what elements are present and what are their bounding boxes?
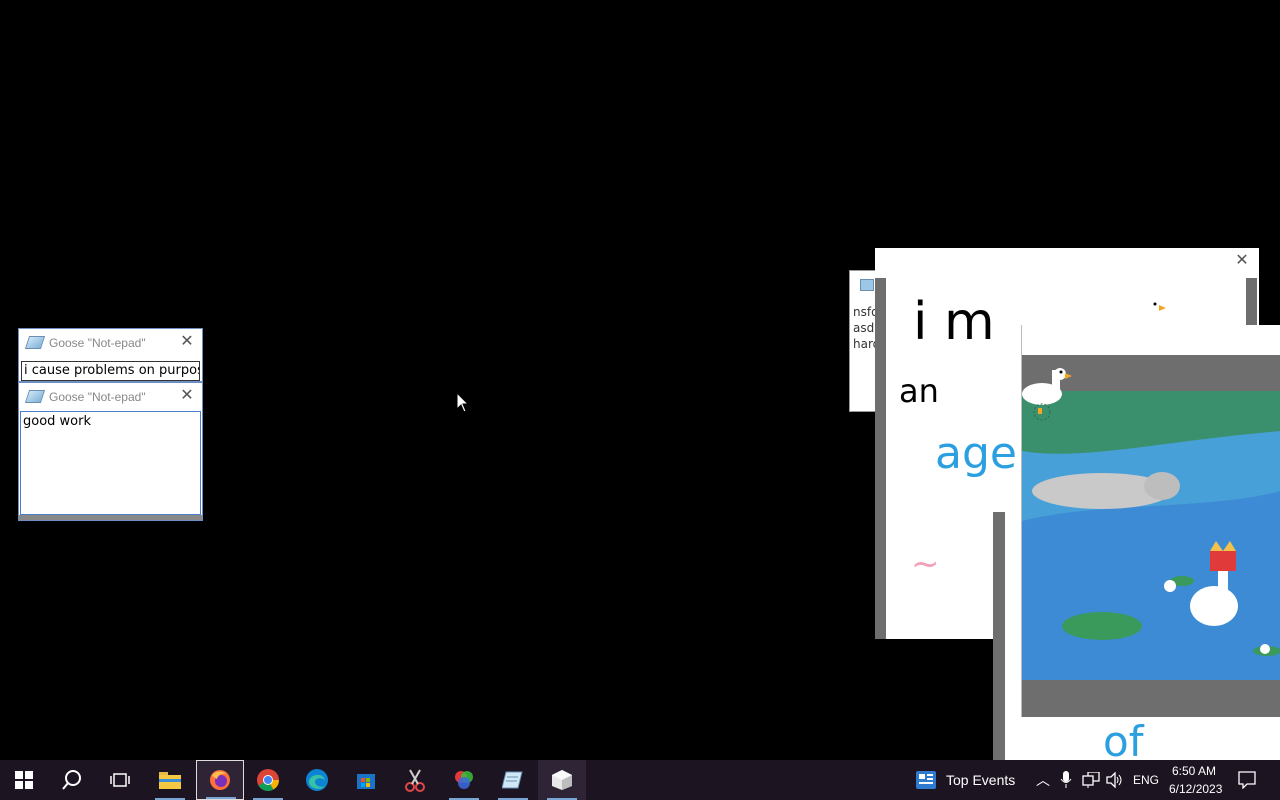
notepad-button[interactable] <box>489 760 537 800</box>
handwritten-text: an <box>899 372 939 410</box>
text-content: good work <box>23 414 92 429</box>
text-area[interactable]: good work <box>20 411 201 515</box>
task-view-icon <box>110 773 130 787</box>
search-button[interactable] <box>48 760 96 800</box>
goose-app-icon <box>552 770 572 790</box>
clock-date[interactable]: 6/12/2023 <box>1169 782 1222 796</box>
handwritten-text: age <box>935 428 1017 479</box>
firefox-icon <box>210 770 230 790</box>
chevron-up-icon: ︿ <box>1036 772 1050 788</box>
color-wheel-button[interactable] <box>440 760 488 800</box>
store-icon <box>357 774 375 789</box>
task-view-button[interactable] <box>96 760 144 800</box>
notepad-window-2[interactable]: Goose "Not-epad" ✕ good work <box>18 382 203 521</box>
window-title: Goose "Not-epad" <box>49 390 146 404</box>
title-bar[interactable]: Goose "Not-epad" ✕ <box>19 329 202 357</box>
volume-icon[interactable] <box>1106 772 1124 788</box>
goose-app-button[interactable] <box>538 760 586 800</box>
news-widget-icon <box>916 771 936 789</box>
handwritten-text: i m <box>913 292 995 352</box>
notepad-icon <box>502 771 523 789</box>
close-icon[interactable]: ✕ <box>178 387 196 405</box>
text-line: asd <box>853 321 875 335</box>
language-indicator[interactable]: ENG <box>1133 773 1159 787</box>
search-icon <box>62 770 81 790</box>
goose-icon <box>1022 368 1072 421</box>
notepad-window-1[interactable]: Goose "Not-epad" ✕ i cause problems on p… <box>18 328 203 382</box>
network-icon[interactable] <box>1082 772 1100 788</box>
notepad-icon <box>24 336 46 349</box>
file-explorer-icon <box>159 772 181 789</box>
clock-time[interactable]: 6:50 AM <box>1172 764 1216 778</box>
mouse-cursor-icon <box>456 392 470 413</box>
close-icon[interactable]: ✕ <box>1233 252 1251 270</box>
status-strip <box>19 515 202 520</box>
snipping-tool-button[interactable] <box>391 760 439 800</box>
edge-icon <box>306 769 328 791</box>
show-hidden-icons-button[interactable]: ︿ <box>1034 770 1052 790</box>
running-indicator <box>206 797 236 799</box>
pond-image <box>1022 391 1280 680</box>
chrome-icon <box>257 769 279 791</box>
notepad-icon <box>860 279 874 291</box>
image-letterbox-bottom <box>1022 680 1280 717</box>
widget-button[interactable]: Top Events <box>912 760 1022 800</box>
canvas-border <box>1246 278 1257 328</box>
firefox-button[interactable] <box>196 760 244 800</box>
store-button[interactable] <box>342 760 390 800</box>
edge-button[interactable] <box>293 760 341 800</box>
window-title: Goose "Not-epad" <box>49 336 146 350</box>
start-button[interactable] <box>0 760 48 800</box>
canvas-border <box>875 278 886 639</box>
title-bar[interactable]: Goose "Not-epad" ✕ <box>19 383 202 411</box>
notifications-icon[interactable] <box>1238 771 1256 789</box>
notepad-icon <box>24 390 46 403</box>
handwritten-text: of <box>1103 717 1144 766</box>
color-wheel-icon <box>455 771 473 789</box>
widget-label: Top Events <box>946 772 1016 788</box>
taskbar: Top Events ︿ ENG 6:50 AM 6/12/2023 <box>0 760 1280 800</box>
snipping-tool-icon <box>405 769 425 792</box>
handwritten-squiggle: ~ <box>911 544 940 584</box>
chrome-button[interactable] <box>244 760 292 800</box>
close-icon[interactable]: ✕ <box>178 333 196 351</box>
canvas-border <box>993 512 1005 760</box>
file-explorer-button[interactable] <box>146 760 194 800</box>
microphone-icon[interactable] <box>1060 771 1072 789</box>
text-field[interactable]: i cause problems on purpose <box>21 361 200 381</box>
start-icon <box>15 771 33 789</box>
